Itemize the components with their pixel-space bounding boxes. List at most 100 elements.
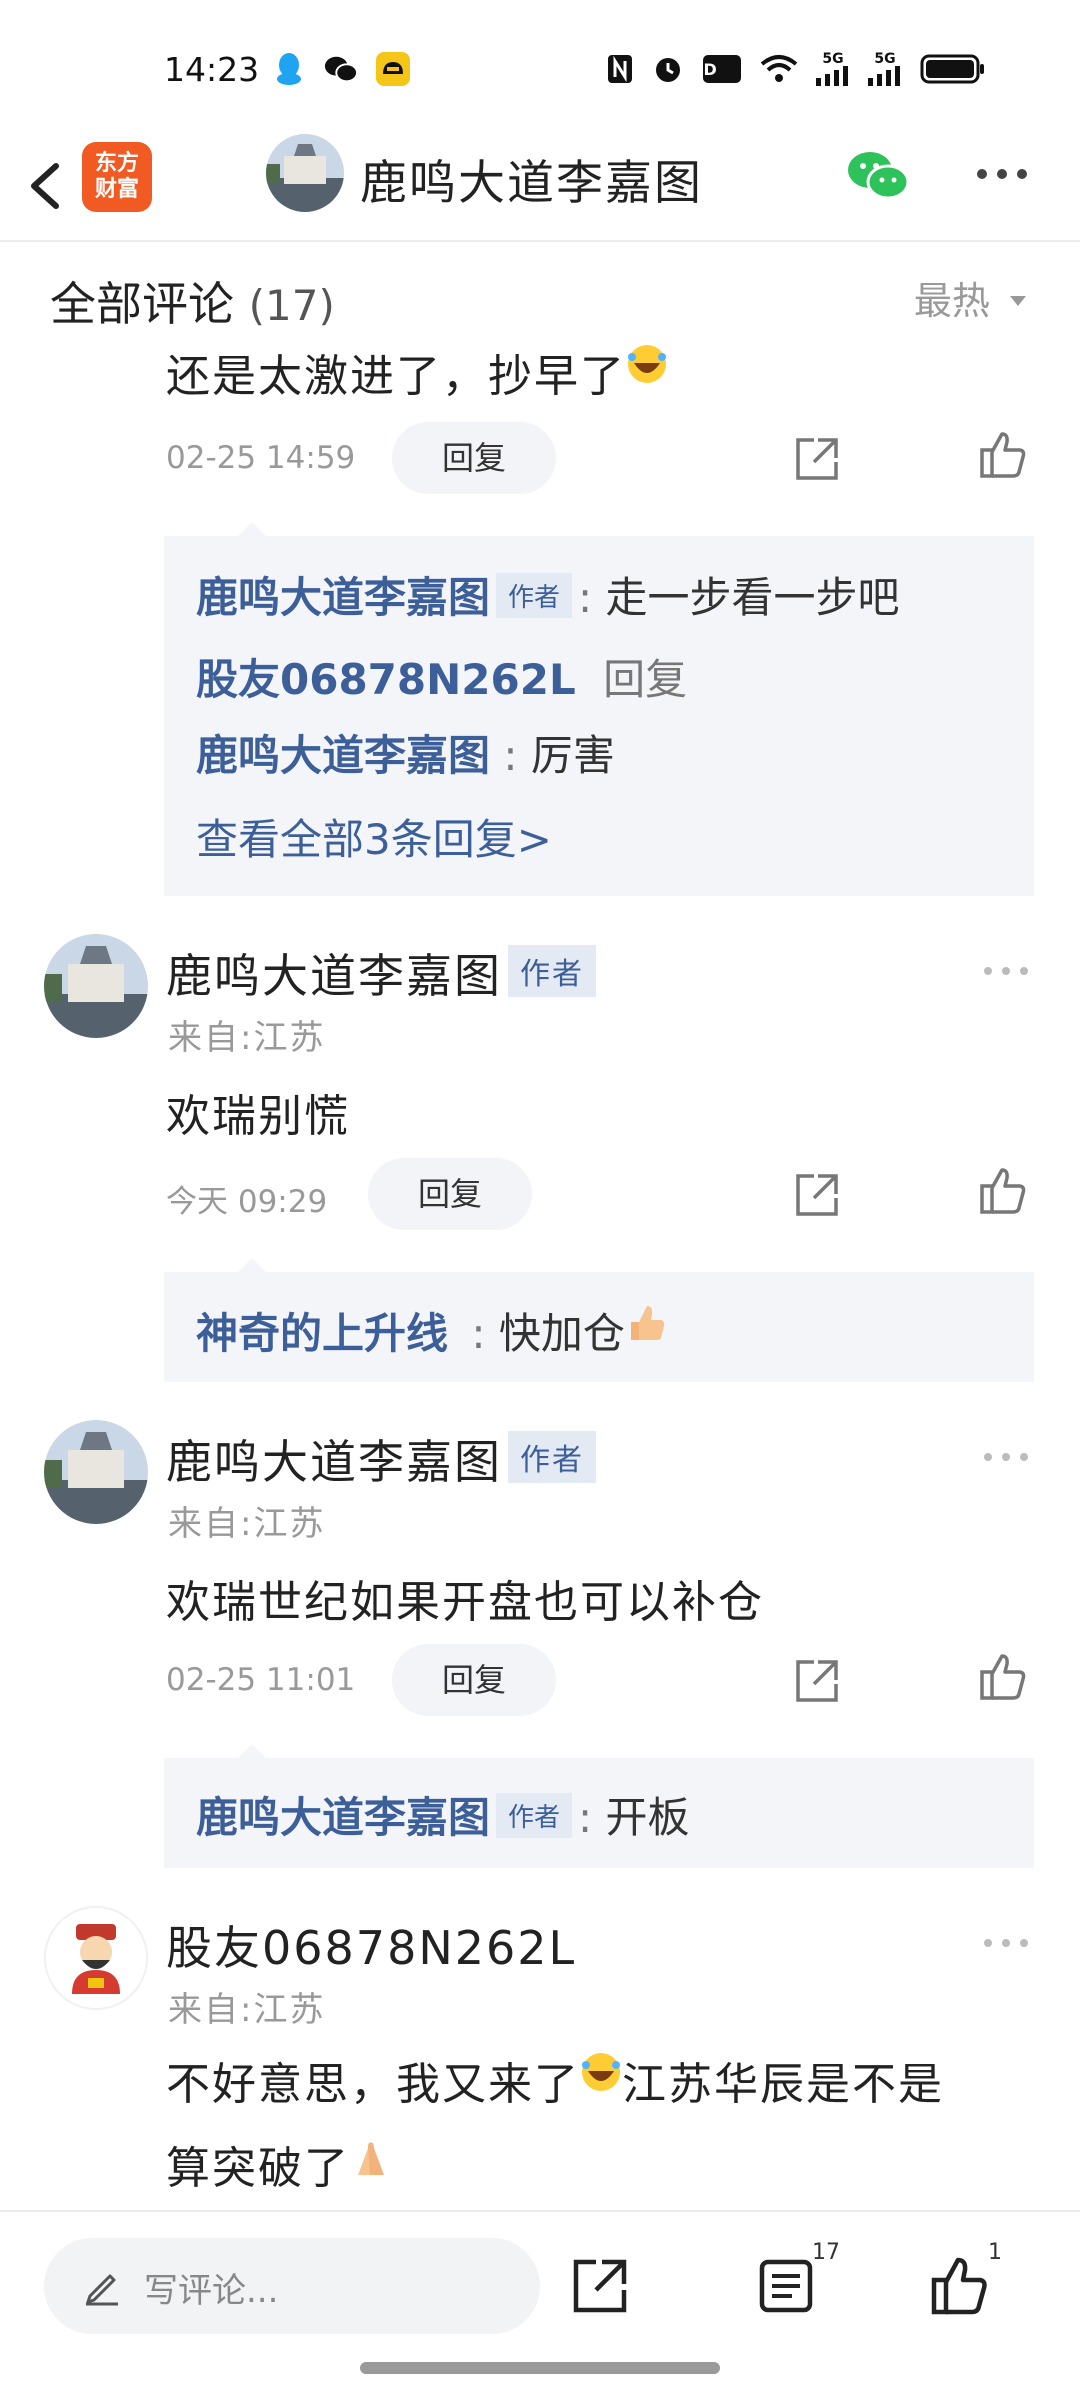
more-options-button[interactable]	[974, 164, 1030, 184]
alarm-icon	[652, 52, 684, 86]
reply-user[interactable]: 鹿鸣大道李嘉图	[196, 573, 490, 622]
comment-text: 欢瑞别慌	[166, 1091, 350, 1142]
caret-down-icon	[1010, 296, 1026, 306]
author-avatar[interactable]	[266, 134, 344, 212]
username[interactable]: 鹿鸣大道李嘉图 作者	[166, 940, 602, 1006]
comment-body: 还是太激进了，抄早了	[166, 351, 626, 402]
reply-separator: :	[578, 573, 593, 622]
comment-text: 还是太激进了，抄早了	[166, 340, 668, 404]
share-icon	[573, 2259, 627, 2313]
reply-button[interactable]: 回复	[392, 1644, 556, 1716]
home-indicator[interactable]	[360, 2362, 720, 2374]
user-location: 来自:江苏	[168, 1990, 326, 2030]
building-photo-icon	[44, 1420, 148, 1524]
like-count-badge: 1	[988, 2240, 1002, 2265]
reply-user[interactable]: 股友06878N262L	[196, 655, 576, 704]
comment-body: 江苏华辰是不是	[622, 2059, 944, 2110]
more-dots-icon	[984, 1453, 1028, 1461]
comment-time: 02-25 14:59	[166, 440, 356, 476]
share-button[interactable]	[570, 2256, 630, 2316]
thumbs-up-icon	[980, 1168, 1026, 1214]
more-dots-icon	[984, 967, 1028, 975]
comment-time: 02-25 11:01	[166, 1662, 356, 1698]
comment-text: 算突破了	[166, 2132, 392, 2196]
wechat-icon	[324, 52, 358, 86]
like-button[interactable]: 1	[930, 2240, 1002, 2316]
comment-more-button[interactable]	[982, 1448, 1030, 1461]
nfc-icon	[606, 52, 634, 86]
reply-user[interactable]: 鹿鸣大道李嘉图	[196, 731, 490, 780]
more-dots-icon	[977, 169, 1027, 179]
section-title-text: 全部评论	[50, 277, 234, 331]
reply-separator: :	[578, 1793, 593, 1842]
like-button[interactable]	[978, 1166, 1028, 1216]
reply-user[interactable]: 神奇的上升线	[196, 1309, 448, 1358]
reply-button[interactable]: 回复	[392, 422, 556, 494]
user-avatar[interactable]	[44, 1420, 148, 1524]
net-label: 5G	[874, 51, 896, 67]
replies-box: 鹿鸣大道李嘉图 作者: 开板	[164, 1744, 1034, 1868]
share-button[interactable]	[792, 1656, 842, 1706]
clasped-hands-emoji-icon	[358, 2142, 384, 2175]
share-button[interactable]	[792, 1170, 842, 1220]
reply-line: 鹿鸣大道李嘉图 作者: 开板	[196, 1784, 690, 1845]
author-tag: 作者	[508, 1431, 596, 1483]
signal-5g-icon: 5G	[868, 52, 902, 86]
username-text: 股友06878N262L	[166, 1921, 577, 1975]
like-button[interactable]	[978, 1652, 1028, 1702]
building-photo-icon	[44, 934, 148, 1038]
user-avatar[interactable]	[44, 934, 148, 1038]
hd-label: HD	[690, 59, 717, 79]
comments-section-title: 全部评论 (17)	[50, 268, 335, 334]
net-label: 5G	[822, 51, 844, 67]
sort-hot-button[interactable]: 最热	[914, 270, 1028, 325]
view-all-replies-link[interactable]: 查看全部3条回复>	[196, 806, 552, 867]
comment-body: 不好意思，我又来了	[166, 2059, 580, 2110]
back-button[interactable]	[22, 146, 72, 226]
comments-list-button[interactable]: 17	[756, 2240, 840, 2316]
comment-input[interactable]: 写评论...	[44, 2238, 540, 2334]
reply-text: 快加仓	[498, 1309, 625, 1358]
top-nav-bar: 东方 财富 鹿鸣大道李嘉图	[0, 130, 1080, 242]
wechat-icon	[848, 152, 910, 200]
chevron-left-icon	[31, 163, 59, 209]
comment-more-button[interactable]	[982, 962, 1030, 975]
comment-count-badge: 17	[812, 2240, 840, 2265]
replies-box: 鹿鸣大道李嘉图 作者: 走一步看一步吧 股友06878N262L 回复 鹿鸣大道李…	[164, 522, 1034, 896]
comment-text: 欢瑞世纪如果开盘也可以补仓	[166, 1577, 764, 1628]
reply-text: 开板	[605, 1793, 690, 1842]
battery-icon	[920, 52, 986, 86]
like-button[interactable]	[978, 430, 1028, 480]
reply-text: 走一步看一步吧	[605, 573, 900, 622]
comment-input-placeholder: 写评论...	[144, 2271, 279, 2311]
pencil-icon	[86, 2274, 118, 2306]
reply-separator: :	[503, 731, 518, 780]
replies-box: 神奇的上升线 : 快加仓	[164, 1258, 1034, 1382]
user-avatar[interactable]	[44, 1906, 148, 2010]
brand-line2: 财富	[94, 177, 139, 202]
signal-5g-icon: 5G	[816, 52, 850, 86]
eastmoney-logo[interactable]: 东方 财富	[82, 142, 152, 212]
reply-button[interactable]: 回复	[368, 1158, 532, 1230]
username[interactable]: 鹿鸣大道李嘉图 作者	[166, 1426, 602, 1492]
reply-line: 神奇的上升线 : 快加仓	[196, 1300, 667, 1361]
wechat-share-button[interactable]	[846, 148, 910, 204]
laughing-emoji-icon	[628, 345, 666, 383]
comment-more-button[interactable]	[982, 1934, 1030, 1947]
reply-user[interactable]: 鹿鸣大道李嘉图	[196, 1793, 490, 1842]
author-tag: 作者	[496, 573, 573, 618]
comment-body: 算突破了	[166, 2143, 350, 2194]
username[interactable]: 股友06878N262L	[166, 1912, 576, 1978]
share-button[interactable]	[792, 434, 842, 484]
comment-count: (17)	[248, 281, 335, 330]
qq-icon	[272, 52, 306, 86]
wifi-icon	[760, 52, 798, 86]
comments-list-icon	[759, 2259, 813, 2313]
reply-line: 鹿鸣大道李嘉图 作者: 走一步看一步吧	[196, 564, 900, 625]
username-text: 鹿鸣大道李嘉图	[166, 1435, 502, 1489]
status-bar: 14:23 HD 5G 5G	[0, 0, 1080, 140]
sort-label: 最热	[913, 279, 990, 323]
building-photo-icon	[266, 134, 344, 212]
share-icon	[796, 1660, 838, 1702]
thumbs-up-icon	[980, 1654, 1026, 1700]
